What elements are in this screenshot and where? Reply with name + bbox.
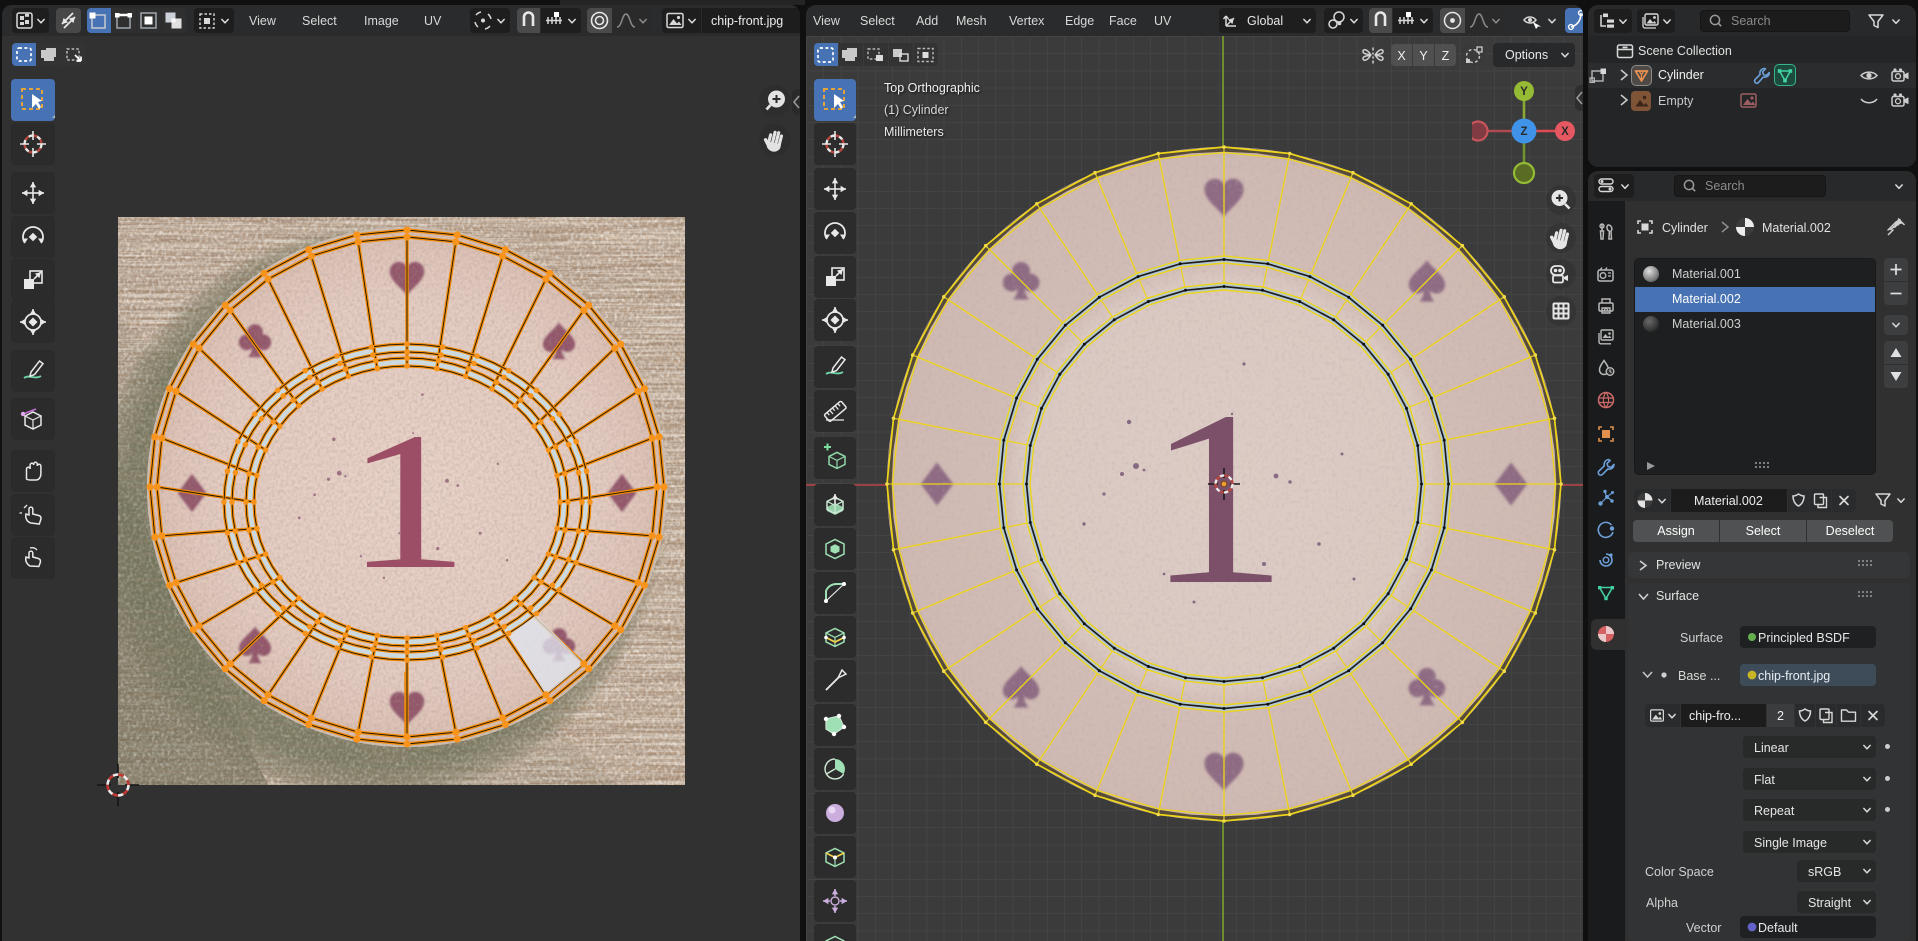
svg-text:Z: Z bbox=[1520, 126, 1527, 138]
svg-text:Y: Y bbox=[1520, 86, 1528, 98]
svg-text:1: 1 bbox=[345, 392, 469, 610]
svg-text:X: X bbox=[1561, 126, 1569, 138]
